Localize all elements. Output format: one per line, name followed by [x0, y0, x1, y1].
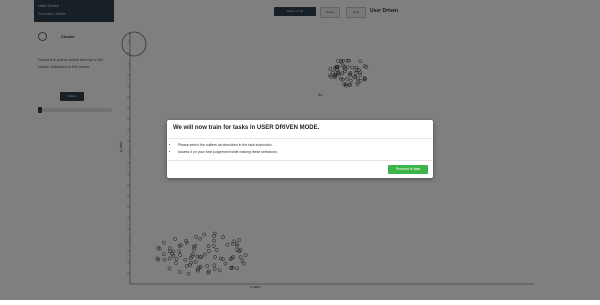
- proceed-button[interactable]: Proceed to task: [388, 165, 428, 174]
- modal-bullet: Assess it on your best judgement while m…: [178, 149, 428, 156]
- modal-bullet-list: Please select the outliers as described …: [173, 142, 428, 156]
- instruction-modal: We will now train for tasks in USER DRIV…: [167, 120, 433, 178]
- modal-divider-top: [167, 138, 433, 139]
- modal-bullet: Please select the outliers as described …: [178, 142, 428, 149]
- proceed-button-label: Proceed to task: [395, 167, 421, 171]
- modal-title: We will now train for tasks in USER DRIV…: [173, 125, 320, 131]
- modal-divider-bottom: [167, 160, 433, 161]
